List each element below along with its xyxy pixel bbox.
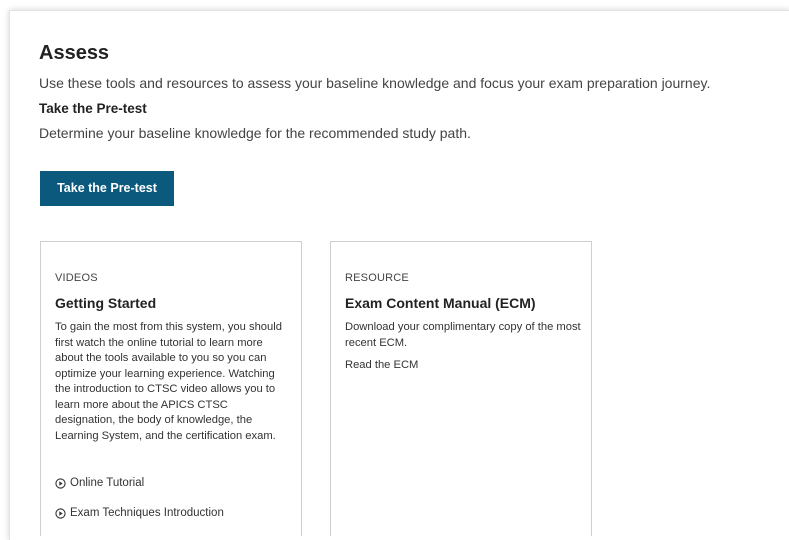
card-description: To gain the most from this system, you s…	[55, 321, 282, 442]
card-title: Getting Started	[55, 295, 157, 311]
play-circle-icon	[55, 507, 66, 519]
take-pretest-button[interactable]: Take the Pre-test	[40, 171, 174, 206]
pretest-description: Determine your baseline knowledge for th…	[39, 125, 471, 141]
read-ecm-link[interactable]: Read the ECM	[345, 359, 418, 371]
link-label: Online Tutorial	[70, 477, 145, 489]
exam-techniques-link[interactable]: Exam Techniques Introduction	[55, 507, 224, 519]
card-kicker: RESOURCE	[345, 272, 409, 284]
card-description: Download your complimentary copy of the …	[345, 321, 581, 349]
card-title: Exam Content Manual (ECM)	[345, 295, 536, 311]
videos-card: VIDEOS Getting Started To gain the most …	[40, 241, 302, 536]
online-tutorial-link[interactable]: Online Tutorial	[55, 477, 144, 489]
link-label: Exam Techniques Introduction	[70, 507, 224, 519]
resource-card: RESOURCE Exam Content Manual (ECM) Downl…	[330, 241, 592, 536]
assess-intro: Use these tools and resources to assess …	[39, 75, 711, 91]
pretest-heading: Take the Pre-test	[39, 101, 147, 116]
card-kicker: VIDEOS	[55, 272, 98, 284]
page-title: Assess	[39, 42, 110, 64]
play-circle-icon	[55, 477, 66, 489]
